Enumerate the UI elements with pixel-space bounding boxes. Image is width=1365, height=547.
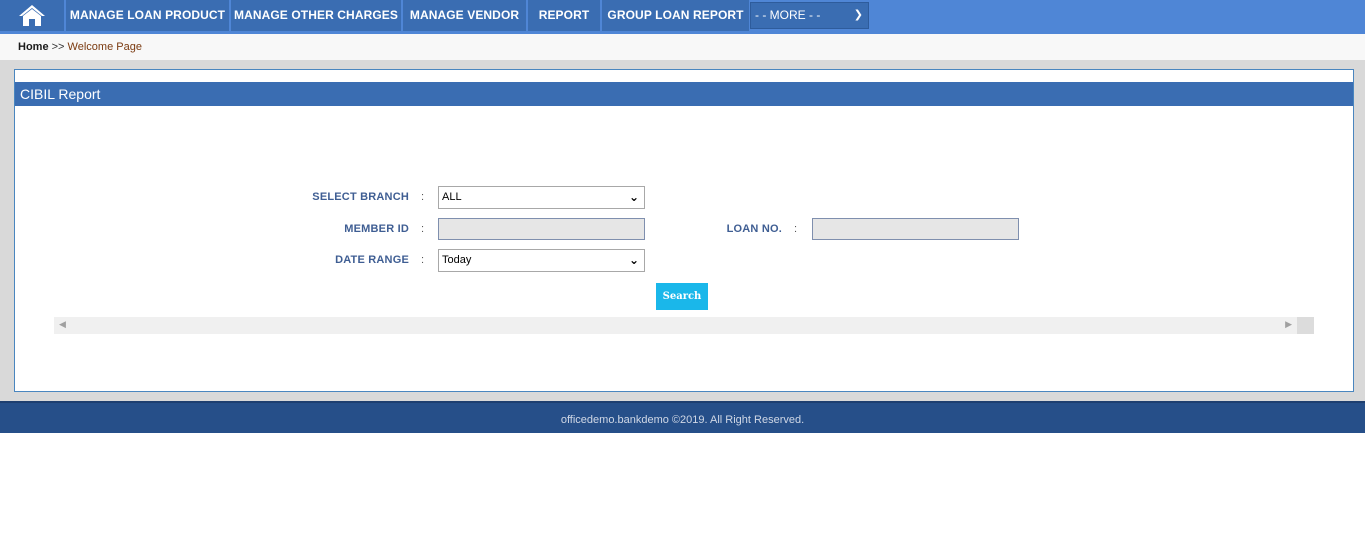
nav-manage-other-charges[interactable]: MANAGE OTHER CHARGES [231,0,401,31]
home-icon [19,5,45,26]
home-button[interactable] [0,0,64,31]
footer: officedemo.bankdemo ©2019. All Right Res… [0,401,1365,433]
more-menu-label: - - MORE - - [755,8,821,22]
date-range-colon: : [421,254,425,266]
branch-select[interactable]: ALL ⌄ [438,186,645,209]
breadcrumb: Home >> Welcome Page [0,34,1365,60]
footer-copyright: officedemo.bankdemo ©2019. All Right Res… [560,414,805,426]
select-branch-label: SELECT BRANCH [312,191,409,203]
nav-manage-loan-product[interactable]: MANAGE LOAN PRODUCT [66,0,229,31]
breadcrumb-current: Welcome Page [67,41,142,53]
member-id-label: MEMBER ID [344,223,409,235]
breadcrumb-separator: >> [51,41,65,53]
report-panel: CIBIL Report SELECT BRANCH : ALL ⌄ MEMBE… [14,69,1354,392]
chevron-down-icon: ❯ [853,9,863,21]
loan-no-colon: : [794,223,798,235]
member-id-colon: : [421,223,425,235]
scroll-left-icon[interactable]: ◀ [59,319,66,330]
branch-select-value: ALL [442,191,462,203]
select-branch-colon: : [421,191,425,203]
member-id-input[interactable] [438,218,645,240]
nav-manage-vendor[interactable]: MANAGE VENDOR [403,0,526,31]
top-navigation: MANAGE LOAN PRODUCT MANAGE OTHER CHARGES… [0,0,1365,34]
loan-no-label: LOAN NO. [726,223,782,235]
search-button[interactable]: Search [656,283,708,310]
breadcrumb-home[interactable]: Home [18,41,49,53]
panel-title: CIBIL Report [15,82,1353,106]
horizontal-scrollbar[interactable]: ◀ ▶ [54,317,1314,334]
scroll-right-icon[interactable]: ▶ [1285,319,1292,330]
date-range-select[interactable]: Today ⌄ [438,249,645,272]
nav-group-loan-report[interactable]: GROUP LOAN REPORT [602,0,749,31]
date-range-label: DATE RANGE [335,254,409,266]
loan-no-input[interactable] [812,218,1019,240]
scrollbar-corner [1297,317,1314,334]
date-range-select-value: Today [442,254,472,266]
nav-report[interactable]: REPORT [528,0,600,31]
chevron-down-icon: ⌄ [628,253,639,267]
chevron-down-icon: ⌄ [628,190,639,204]
more-menu-select[interactable]: - - MORE - - ❯ [750,2,869,29]
